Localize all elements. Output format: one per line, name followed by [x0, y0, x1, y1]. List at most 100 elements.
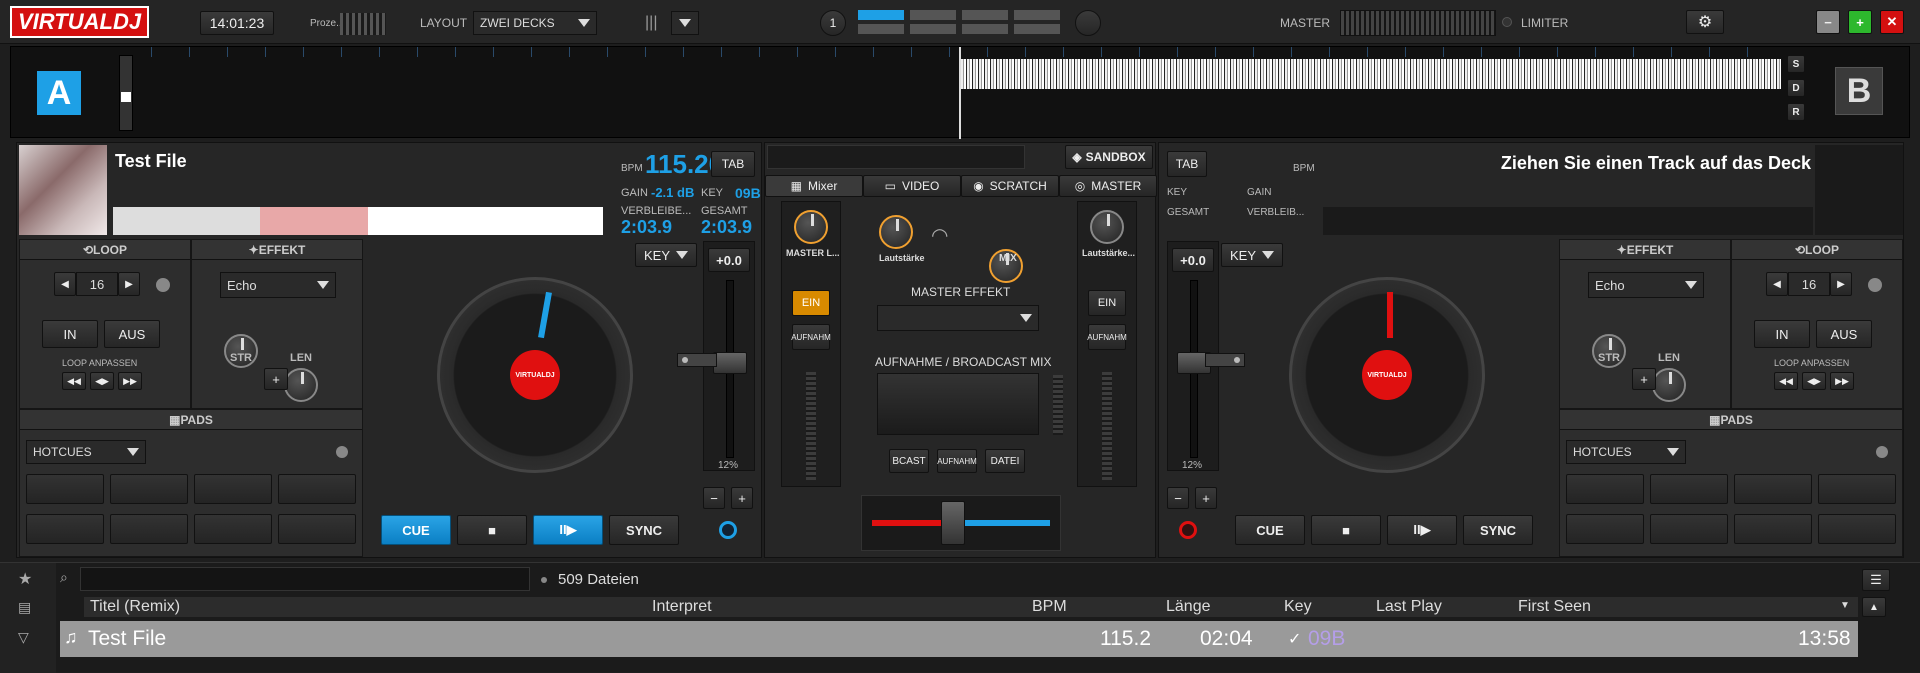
crossfader[interactable]	[941, 501, 966, 545]
loop-next-button-b[interactable]: ▶	[1830, 272, 1852, 296]
filter-icon[interactable]: ▽	[18, 629, 29, 646]
loop-roll-icon[interactable]	[156, 278, 170, 292]
loop-out-button[interactable]: AUS	[104, 320, 160, 348]
channel-a-ein-button[interactable]: EIN	[792, 290, 830, 316]
pads-option-icon-b[interactable]	[1876, 446, 1888, 458]
double-button[interactable]: D	[1787, 79, 1805, 97]
loop-shift-both-button[interactable]: ◀▶	[90, 372, 114, 390]
deck-b-indicator-icon[interactable]	[1179, 521, 1197, 539]
pad-b-7[interactable]	[1734, 514, 1812, 544]
folder-icon[interactable]: ▤	[18, 599, 31, 616]
master-effect-dropdown[interactable]	[877, 305, 1039, 331]
play-button-b[interactable]: II▶	[1387, 515, 1457, 545]
pad-b-3[interactable]	[1734, 474, 1812, 504]
pads-mode-dropdown[interactable]: HOTCUES	[26, 440, 146, 464]
datei-button[interactable]: DATEI	[985, 449, 1025, 473]
loop-prev-button-b[interactable]: ◀	[1766, 272, 1788, 296]
pad-4[interactable]	[278, 474, 356, 504]
pad-6[interactable]	[110, 514, 188, 544]
browser-options-button[interactable]: ☰	[1862, 569, 1890, 591]
pads-option-icon[interactable]	[336, 446, 348, 458]
pad-2[interactable]	[110, 474, 188, 504]
pitch-reset-button-b[interactable]	[1205, 353, 1245, 367]
sandbox-button[interactable]: ◈ SANDBOX	[1065, 145, 1153, 169]
scroll-up-button[interactable]: ▲	[1862, 597, 1886, 617]
channel-b-aufnahme-button[interactable]: AUFNAHM	[1087, 324, 1127, 350]
view-dropdown[interactable]	[671, 11, 699, 35]
pitch-minus-button[interactable]: −	[703, 487, 725, 509]
deck-b-letter[interactable]: B	[1835, 67, 1883, 115]
col-bpm[interactable]: BPM	[1032, 598, 1067, 616]
loop-size[interactable]: 16	[76, 272, 118, 296]
volume-r-knob[interactable]	[1090, 210, 1124, 244]
tab-scratch[interactable]: ◉ SCRATCH	[961, 175, 1059, 197]
play-button[interactable]: II▶	[533, 515, 603, 545]
waveform-overview[interactable]: A S D R B	[10, 46, 1910, 139]
loop-roll-icon-b[interactable]	[1868, 278, 1882, 292]
add-effect-button-b[interactable]: +	[1632, 368, 1656, 390]
col-first-seen[interactable]: First Seen	[1518, 598, 1591, 616]
pitch-plus-button[interactable]: +	[731, 487, 753, 509]
pad-b-1[interactable]	[1566, 474, 1644, 504]
col-title[interactable]: Titel (Remix)	[90, 598, 180, 616]
effect-len-knob[interactable]	[284, 368, 318, 402]
col-last-play[interactable]: Last Play	[1376, 598, 1442, 616]
aufnahm-button[interactable]: AUFNAHM	[937, 449, 977, 473]
loop-shift-both-button-b[interactable]: ◀▶	[1802, 372, 1826, 390]
pad-7[interactable]	[194, 514, 272, 544]
split-button[interactable]: S	[1787, 55, 1805, 73]
add-effect-button[interactable]: +	[264, 368, 288, 390]
pitch-plus-button-b[interactable]: +	[1195, 487, 1217, 509]
loop-out-button-b[interactable]: AUS	[1816, 320, 1872, 348]
effect-dropdown-b[interactable]: Echo	[1588, 272, 1704, 298]
cue-button[interactable]: CUE	[381, 515, 451, 545]
sampler-number[interactable]: 1	[820, 10, 846, 36]
pad-1[interactable]	[26, 474, 104, 504]
loop-shift-left-button[interactable]: ◀◀	[62, 372, 86, 390]
mixer-search-box[interactable]	[767, 145, 1025, 169]
loop-in-button-b[interactable]: IN	[1754, 320, 1810, 348]
pitch-fader[interactable]	[713, 352, 747, 374]
tab-button-b[interactable]: TAB	[1167, 151, 1207, 177]
loop-shift-right-button[interactable]: ▶▶	[118, 372, 142, 390]
jog-wheel-b[interactable]: VIRTUALDJ	[1289, 277, 1485, 473]
loop-next-button[interactable]: ▶	[118, 272, 140, 296]
col-length[interactable]: Länge	[1166, 598, 1211, 616]
pads-mode-dropdown-b[interactable]: HOTCUES	[1566, 440, 1686, 464]
col-artist[interactable]: Interpret	[652, 598, 712, 616]
bcast-button[interactable]: BCAST	[889, 449, 929, 473]
close-button[interactable]: ✕	[1880, 10, 1904, 34]
sampler-round-button[interactable]	[1075, 10, 1101, 36]
pad-b-8[interactable]	[1818, 514, 1896, 544]
key-button[interactable]: KEY	[635, 243, 697, 267]
tab-mixer[interactable]: ▦ Mixer	[765, 175, 863, 197]
layout-dropdown[interactable]: ZWEI DECKS	[473, 11, 597, 35]
headphones-icon[interactable]: ◠	[931, 223, 948, 248]
tab-button[interactable]: TAB	[711, 151, 755, 177]
pad-b-5[interactable]	[1566, 514, 1644, 544]
loop-shift-left-button-b[interactable]: ◀◀	[1774, 372, 1798, 390]
sampler-slots[interactable]	[858, 10, 1066, 36]
jog-wheel[interactable]: VIRTUALDJ	[437, 277, 633, 473]
cue-button-b[interactable]: CUE	[1235, 515, 1305, 545]
deck-a-letter[interactable]: A	[37, 71, 81, 115]
stop-button[interactable]: ■	[457, 515, 527, 545]
loop-size-b[interactable]: 16	[1788, 272, 1830, 296]
channel-b-ein-button[interactable]: EIN	[1088, 290, 1126, 316]
pad-b-4[interactable]	[1818, 474, 1896, 504]
pad-3[interactable]	[194, 474, 272, 504]
search-input[interactable]	[80, 567, 530, 591]
col-key[interactable]: Key	[1284, 598, 1312, 616]
star-icon[interactable]: ★	[18, 569, 32, 589]
pitch-reset-button[interactable]	[677, 353, 717, 367]
pitch-minus-button-b[interactable]: −	[1167, 487, 1189, 509]
zoom-slider[interactable]	[119, 55, 133, 131]
sort-chevron-icon[interactable]: ▼	[1840, 600, 1850, 611]
loop-prev-button[interactable]: ◀	[54, 272, 76, 296]
master-level-knob[interactable]	[794, 210, 828, 244]
pad-b-2[interactable]	[1650, 474, 1728, 504]
sync-button[interactable]: SYNC	[609, 515, 679, 545]
loop-in-button[interactable]: IN	[42, 320, 98, 348]
key-button-b[interactable]: KEY	[1221, 243, 1283, 267]
maximize-button[interactable]: +	[1848, 10, 1872, 34]
